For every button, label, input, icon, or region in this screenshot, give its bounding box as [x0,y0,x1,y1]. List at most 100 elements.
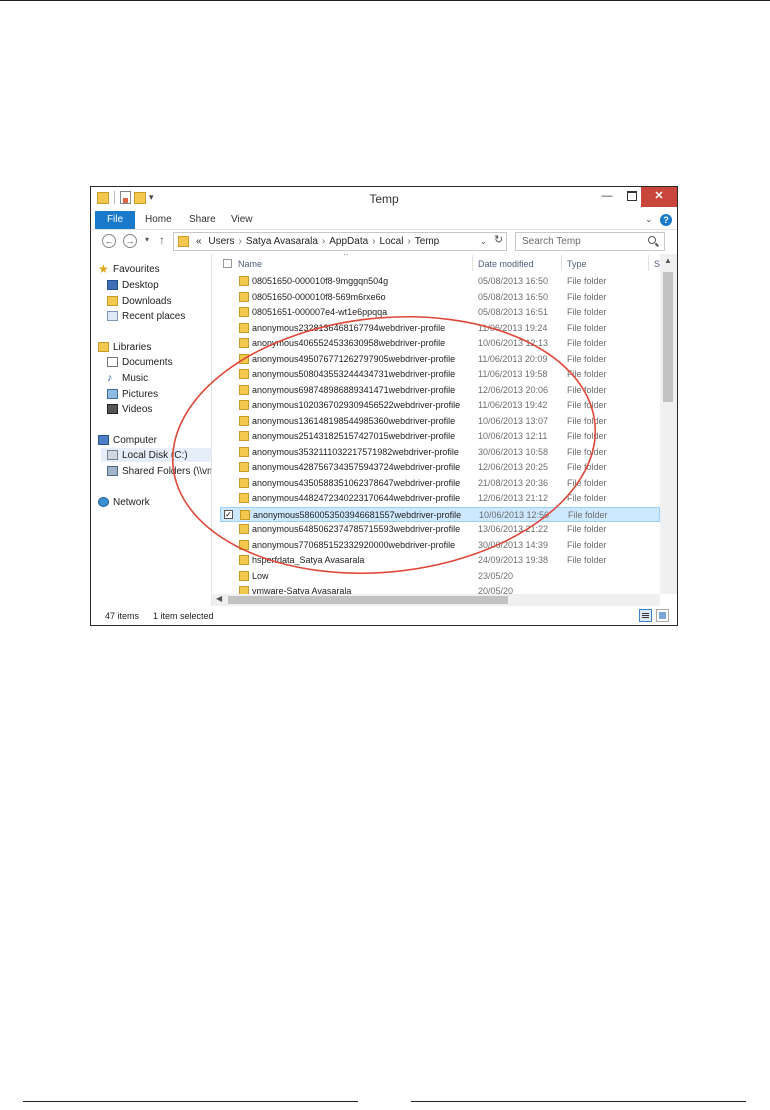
file-name[interactable]: anonymous4065524533630958webdriver-profi… [252,338,445,348]
expand-ribbon-icon[interactable]: ⌄ [645,214,653,225]
table-row[interactable]: anonymous5080435532444347​31webdriver-pr… [220,367,660,382]
nav-label: Documents [122,356,173,368]
column-type[interactable]: Type [567,259,587,269]
column-divider[interactable] [472,255,473,271]
file-name[interactable]: anonymous2328136468167794webdriver-profi… [252,323,445,333]
network-icon [98,497,109,507]
file-name[interactable]: 08051650-000010f8-9mggqn504g [252,276,388,286]
file-name[interactable]: anonymous3532111032217571982webdriver-pr… [252,447,459,457]
table-row[interactable]: anonymous4950767712627979​05webdriver-pr… [220,352,660,367]
breadcrumb-item[interactable]: Satya Avasarala [246,236,318,247]
up-button[interactable]: ↑ [159,233,165,247]
address-dropdown-icon[interactable]: ⌄ [480,233,487,250]
search-icon[interactable] [648,236,656,244]
large-icons-view-icon[interactable] [656,609,669,622]
nav-item-desktop[interactable]: Desktop [107,278,159,292]
details-view-icon[interactable] [639,609,652,622]
table-row[interactable]: anonymous4065524533630958webdriver-profi… [220,336,660,351]
file-name[interactable]: anonymous2514318251574270​15webdriver-pr… [252,431,455,441]
table-row[interactable]: anonymous2328136468167794webdriver-profi… [220,321,660,336]
select-all-checkbox[interactable] [223,259,232,268]
close-button[interactable]: ✕ [641,187,677,207]
nav-favourites[interactable]: ★ Favourites [98,262,160,276]
table-row[interactable]: hsperfdata_Satya Avasarala 24/09/2013 19:… [220,553,660,568]
scrollbar-thumb[interactable] [663,272,673,402]
tab-file[interactable]: File [95,211,135,229]
column-divider[interactable] [561,255,562,271]
folder-icon [239,291,249,302]
vertical-scrollbar[interactable]: ▲ [660,254,677,594]
back-button[interactable]: ← [102,234,116,248]
nav-network[interactable]: Network [98,495,150,509]
nav-libraries[interactable]: Libraries [98,340,151,354]
scrollbar-thumb[interactable] [228,596,508,604]
table-row[interactable]: 08051651-000007e4-wt1e6ppqqa 05/08/2013 1… [220,305,660,320]
search-input[interactable]: Search Temp [515,232,665,251]
file-name[interactable]: Low [252,571,269,581]
scroll-left-icon[interactable]: ◀ [216,594,222,603]
file-name[interactable]: anonymous5080435532444347​31webdriver-pr… [252,369,455,379]
file-name[interactable]: anonymous4287567343575943724webdriver-pr… [252,462,460,472]
row-checkbox[interactable]: ✓ [224,509,233,519]
maximize-button[interactable] [621,187,643,207]
file-name[interactable]: anonymous4950767712627979​05webdriver-pr… [252,354,455,364]
help-icon[interactable]: ? [660,214,672,226]
folder-icon [239,586,249,594]
file-name[interactable]: anonymous4350588351062378647webdriver-pr… [252,478,460,488]
forward-button[interactable]: → [123,234,137,248]
file-name[interactable]: 08051651-000007e4-wt1e6ppqqa [252,307,387,317]
column-divider[interactable] [648,255,649,271]
nav-item-documents[interactable]: Documents [107,355,173,369]
file-name[interactable]: anonymous7706851523329200​00webdriver-pr… [252,540,455,550]
column-date-modified[interactable]: Date modified [478,259,534,269]
table-row[interactable]: anonymous1361481985449853​60webdriver-pr… [220,414,660,429]
table-row[interactable]: anonymous2514318251574270​15webdriver-pr… [220,429,660,444]
file-name[interactable]: 08051650-000010f8-569m6rxe6o [252,292,386,302]
table-row[interactable]: anonymous4350588351062378647webdriver-pr… [220,476,660,491]
breadcrumb-item[interactable]: Temp [415,236,439,247]
file-name[interactable]: anonymous5860053503946681557webdriver-pr… [253,510,461,520]
table-row[interactable]: anonymous4482472340223170644webdriver-pr… [220,491,660,506]
table-row[interactable]: 08051650-000010f8-9mggqn504g 05/08/2013 1… [220,274,660,289]
nav-item-videos[interactable]: Videos [107,402,152,416]
nav-item-music[interactable]: ♪ Music [107,371,148,385]
table-row[interactable]: 08051650-000010f8-569m6rxe6o 05/08/2013 1… [220,290,660,305]
file-name[interactable]: vmware-Satya Avasarala [252,586,351,594]
table-row[interactable]: anonymous3532111032217571982webdriver-pr… [220,445,660,460]
nav-item-shared-folders[interactable]: Shared Folders (\\vm [107,464,211,478]
window-title: Temp [369,192,399,206]
nav-item-recent-places[interactable]: Recent places [107,309,185,323]
table-row[interactable]: ✓ anonymous5860053503946681557webdriver-p… [220,506,660,522]
recent-locations-icon[interactable]: ▾ [145,235,149,244]
file-name[interactable]: anonymous1020367029309456522webdriver-pr… [252,400,460,410]
table-row[interactable]: anonymous6485062374785715593webdriver-pr… [220,522,660,537]
tab-share[interactable]: Share [189,211,216,229]
scroll-up-icon[interactable]: ▲ [664,256,672,265]
nav-item-local-disk[interactable]: Local Disk (C:) [101,448,211,462]
minimize-button[interactable]: — [596,187,618,207]
breadcrumb-item[interactable]: Users [208,236,234,247]
file-name[interactable]: anonymous6485062374785715593webdriver-pr… [252,524,460,534]
nav-item-pictures[interactable]: Pictures [107,387,158,401]
file-name[interactable]: hsperfdata_Satya Avasarala [252,555,364,565]
breadcrumb-item[interactable]: Local [380,236,404,247]
table-row[interactable]: vmware-Satya Avasarala 20/05/20 [220,584,660,594]
nav-computer[interactable]: Computer [98,433,157,447]
table-row[interactable]: anonymous6987489868893414​71webdriver-pr… [220,383,660,398]
column-name[interactable]: Name [238,259,262,269]
breadcrumb-overflow[interactable]: « [196,236,202,247]
breadcrumb-item[interactable]: AppData [329,236,368,247]
table-row[interactable]: anonymous4287567343575943724webdriver-pr… [220,460,660,475]
tab-view[interactable]: View [231,211,253,229]
file-name[interactable]: anonymous6987489868893414​71webdriver-pr… [252,385,455,395]
horizontal-scrollbar[interactable]: ◀ [212,594,660,606]
address-bar[interactable]: « Users › Satya Avasarala › AppData › Local › Te… [173,232,507,251]
table-row[interactable]: Low 23/05/20 [220,569,660,584]
table-row[interactable]: anonymous7706851523329200​00webdriver-pr… [220,538,660,553]
file-name[interactable]: anonymous4482472340223170644webdriver-pr… [252,493,460,503]
tab-home[interactable]: Home [145,211,172,229]
table-row[interactable]: anonymous1020367029309456522webdriver-pr… [220,398,660,413]
nav-item-downloads[interactable]: Downloads [107,294,171,308]
refresh-icon[interactable]: ↻ [494,232,503,249]
file-name[interactable]: anonymous1361481985449853​60webdriver-pr… [252,416,455,426]
